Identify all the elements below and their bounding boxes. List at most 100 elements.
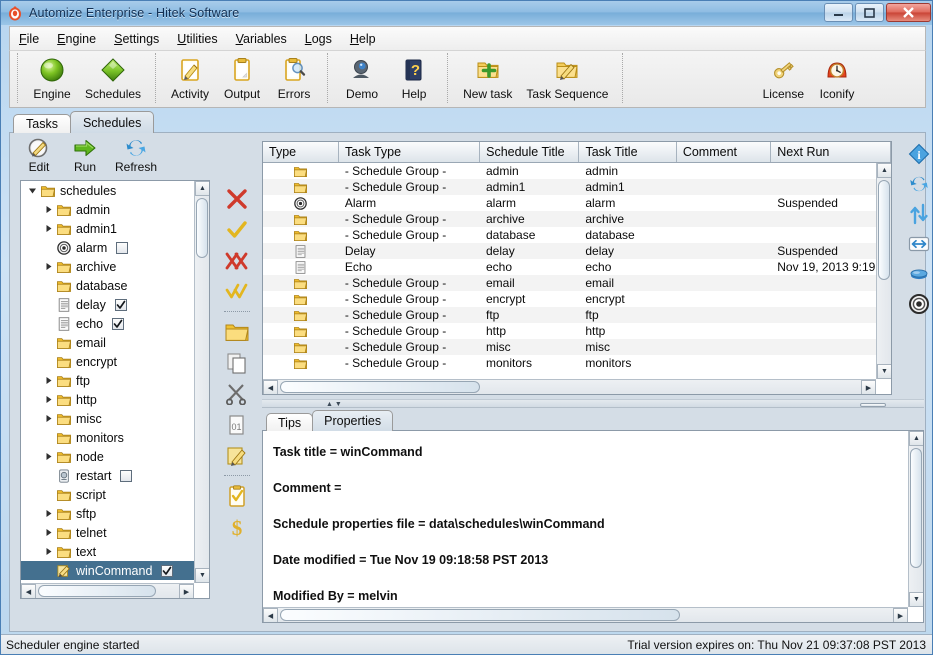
- tree-node-checkbox[interactable]: [161, 564, 174, 577]
- tree-node-echo[interactable]: echo: [21, 314, 195, 333]
- table-row[interactable]: Echo echo echo Nov 19, 2013 9:19:1: [263, 259, 891, 275]
- chevron-right-icon[interactable]: [41, 452, 55, 461]
- tree-node-node[interactable]: node: [21, 447, 195, 466]
- menu-settings[interactable]: Settings: [105, 29, 168, 49]
- tree-node-admin[interactable]: admin: [21, 200, 195, 219]
- tree-node-sftp[interactable]: sftp: [21, 504, 195, 523]
- table-row[interactable]: - Schedule Group - database database: [263, 227, 891, 243]
- tab-tips[interactable]: Tips: [266, 413, 314, 431]
- chevron-right-icon[interactable]: [41, 414, 55, 423]
- tree-node-encrypt[interactable]: encrypt: [21, 352, 195, 371]
- toolbar-button-iconify[interactable]: Iconify: [811, 51, 863, 101]
- table-vertical-scrollbar[interactable]: ▲ ▼: [876, 163, 891, 379]
- tree-node-checkbox[interactable]: [116, 241, 129, 254]
- cut-action[interactable]: [220, 378, 254, 409]
- tab-properties[interactable]: Properties: [312, 410, 394, 431]
- toolbar-button-engine[interactable]: Engine: [26, 51, 78, 101]
- table-row[interactable]: - Schedule Group - admin admin: [263, 163, 891, 179]
- menu-help[interactable]: Help: [341, 29, 385, 49]
- table-row[interactable]: - Schedule Group - admin1 admin1: [263, 179, 891, 195]
- tree-node-checkbox[interactable]: [114, 298, 127, 311]
- tree-button-edit[interactable]: Edit: [16, 136, 62, 174]
- properties-scroll-thumb[interactable]: [910, 448, 922, 568]
- chevron-right-icon[interactable]: [41, 547, 55, 556]
- splitter-collapse-arrows[interactable]: ▲▼: [326, 401, 344, 408]
- tree-node-alarm[interactable]: alarm: [21, 238, 195, 257]
- menu-variables[interactable]: Variables: [227, 29, 296, 49]
- tree-vertical-scrollbar[interactable]: ▲ ▼: [194, 181, 209, 583]
- paste-action[interactable]: 01: [220, 409, 254, 440]
- tree-node-misc[interactable]: misc: [21, 409, 195, 428]
- schedules-tree[interactable]: schedules admin admin1 alarm archive database…: [20, 180, 210, 599]
- tree-button-run[interactable]: Run: [62, 136, 108, 174]
- toolbar-button-demo[interactable]: Demo: [336, 51, 388, 101]
- tree-button-refresh[interactable]: Refresh: [108, 136, 164, 174]
- tree-node-script[interactable]: script: [21, 485, 195, 504]
- tree-scroll-thumb[interactable]: [196, 198, 208, 258]
- tree-node-checkbox[interactable]: [120, 469, 133, 482]
- menu-logs[interactable]: Logs: [296, 29, 341, 49]
- table-scroll-thumb[interactable]: [878, 180, 890, 280]
- tab-schedules[interactable]: Schedules: [69, 111, 155, 133]
- tree-node-wincommand[interactable]: winCommand: [21, 561, 195, 580]
- enable-action[interactable]: [220, 214, 254, 245]
- table-row[interactable]: - Schedule Group - ftp ftp: [263, 307, 891, 323]
- table-scroll-right-button[interactable]: ▶: [861, 380, 876, 394]
- tree-node-database[interactable]: database: [21, 276, 195, 295]
- table-row[interactable]: - Schedule Group - monitors monitors: [263, 355, 891, 371]
- tree-hscroll-thumb[interactable]: [38, 585, 156, 597]
- table-hscroll-thumb[interactable]: [280, 381, 480, 393]
- tree-node-email[interactable]: email: [21, 333, 195, 352]
- table-row[interactable]: - Schedule Group - encrypt encrypt: [263, 291, 891, 307]
- table-column-header-schedule-title[interactable]: Schedule Title: [480, 142, 580, 162]
- properties-vertical-scrollbar[interactable]: ▲ ▼: [908, 431, 923, 607]
- table-row[interactable]: - Schedule Group - misc misc: [263, 339, 891, 355]
- table-scroll-down-button[interactable]: ▼: [877, 364, 891, 379]
- table-row[interactable]: - Schedule Group - http http: [263, 323, 891, 339]
- tree-node-ftp[interactable]: ftp: [21, 371, 195, 390]
- tree-node-monitors[interactable]: monitors: [21, 428, 195, 447]
- tree-node-delay[interactable]: delay: [21, 295, 195, 314]
- toolbar-button-activity[interactable]: Activity: [164, 51, 216, 101]
- chevron-right-icon[interactable]: [41, 376, 55, 385]
- tree-node-restart[interactable]: restart: [21, 466, 195, 485]
- toolbar-button-new-task[interactable]: New task: [456, 51, 519, 101]
- maximize-button[interactable]: [855, 3, 884, 22]
- refresh-action[interactable]: [904, 169, 932, 199]
- properties-scroll-down-button[interactable]: ▼: [909, 592, 923, 607]
- enable-all-action[interactable]: [220, 276, 254, 307]
- tree-node-text[interactable]: text: [21, 542, 195, 561]
- tree-node-admin1[interactable]: admin1: [21, 219, 195, 238]
- sort-action[interactable]: [904, 199, 932, 229]
- tree-scroll-up-button[interactable]: ▲: [195, 181, 209, 196]
- tree-node-archive[interactable]: archive: [21, 257, 195, 276]
- table-column-header-task-title[interactable]: Task Title: [579, 142, 677, 162]
- tree-scroll-down-button[interactable]: ▼: [195, 568, 209, 583]
- delete-all-action[interactable]: [220, 245, 254, 276]
- close-button[interactable]: [886, 3, 931, 22]
- menu-utilities[interactable]: Utilities: [168, 29, 226, 49]
- minimize-button[interactable]: [824, 3, 853, 22]
- table-column-header-task-type[interactable]: Task Type: [339, 142, 481, 162]
- table-row[interactable]: - Schedule Group - archive archive: [263, 211, 891, 227]
- table-column-header-comment[interactable]: Comment: [676, 142, 772, 162]
- table-row[interactable]: Delay delay delay Suspended: [263, 243, 891, 259]
- chevron-right-icon[interactable]: [41, 509, 55, 518]
- table-row[interactable]: Alarm alarm alarm Suspended: [263, 195, 891, 211]
- tree-horizontal-scrollbar[interactable]: ◀ ▶: [21, 583, 194, 598]
- table-row[interactable]: - Schedule Group - email email: [263, 275, 891, 291]
- menu-file[interactable]: File: [10, 29, 48, 49]
- edit-action[interactable]: [220, 440, 254, 471]
- locate-action[interactable]: [904, 289, 932, 319]
- cost-action[interactable]: $: [220, 511, 254, 542]
- chevron-right-icon[interactable]: [41, 224, 55, 233]
- toolbar-button-schedules[interactable]: Schedules: [78, 51, 148, 101]
- chevron-right-icon[interactable]: [41, 262, 55, 271]
- toolbar-button-errors[interactable]: Errors: [268, 51, 320, 101]
- table-horizontal-scrollbar[interactable]: ◀ ▶: [263, 379, 876, 394]
- table-column-header-type[interactable]: Type: [263, 142, 339, 162]
- toolbar-button-task-sequence[interactable]: Task Sequence: [519, 51, 615, 101]
- table-scroll-up-button[interactable]: ▲: [877, 163, 891, 178]
- chevron-right-icon[interactable]: [41, 205, 55, 214]
- properties-scroll-left-button[interactable]: ◀: [263, 608, 278, 622]
